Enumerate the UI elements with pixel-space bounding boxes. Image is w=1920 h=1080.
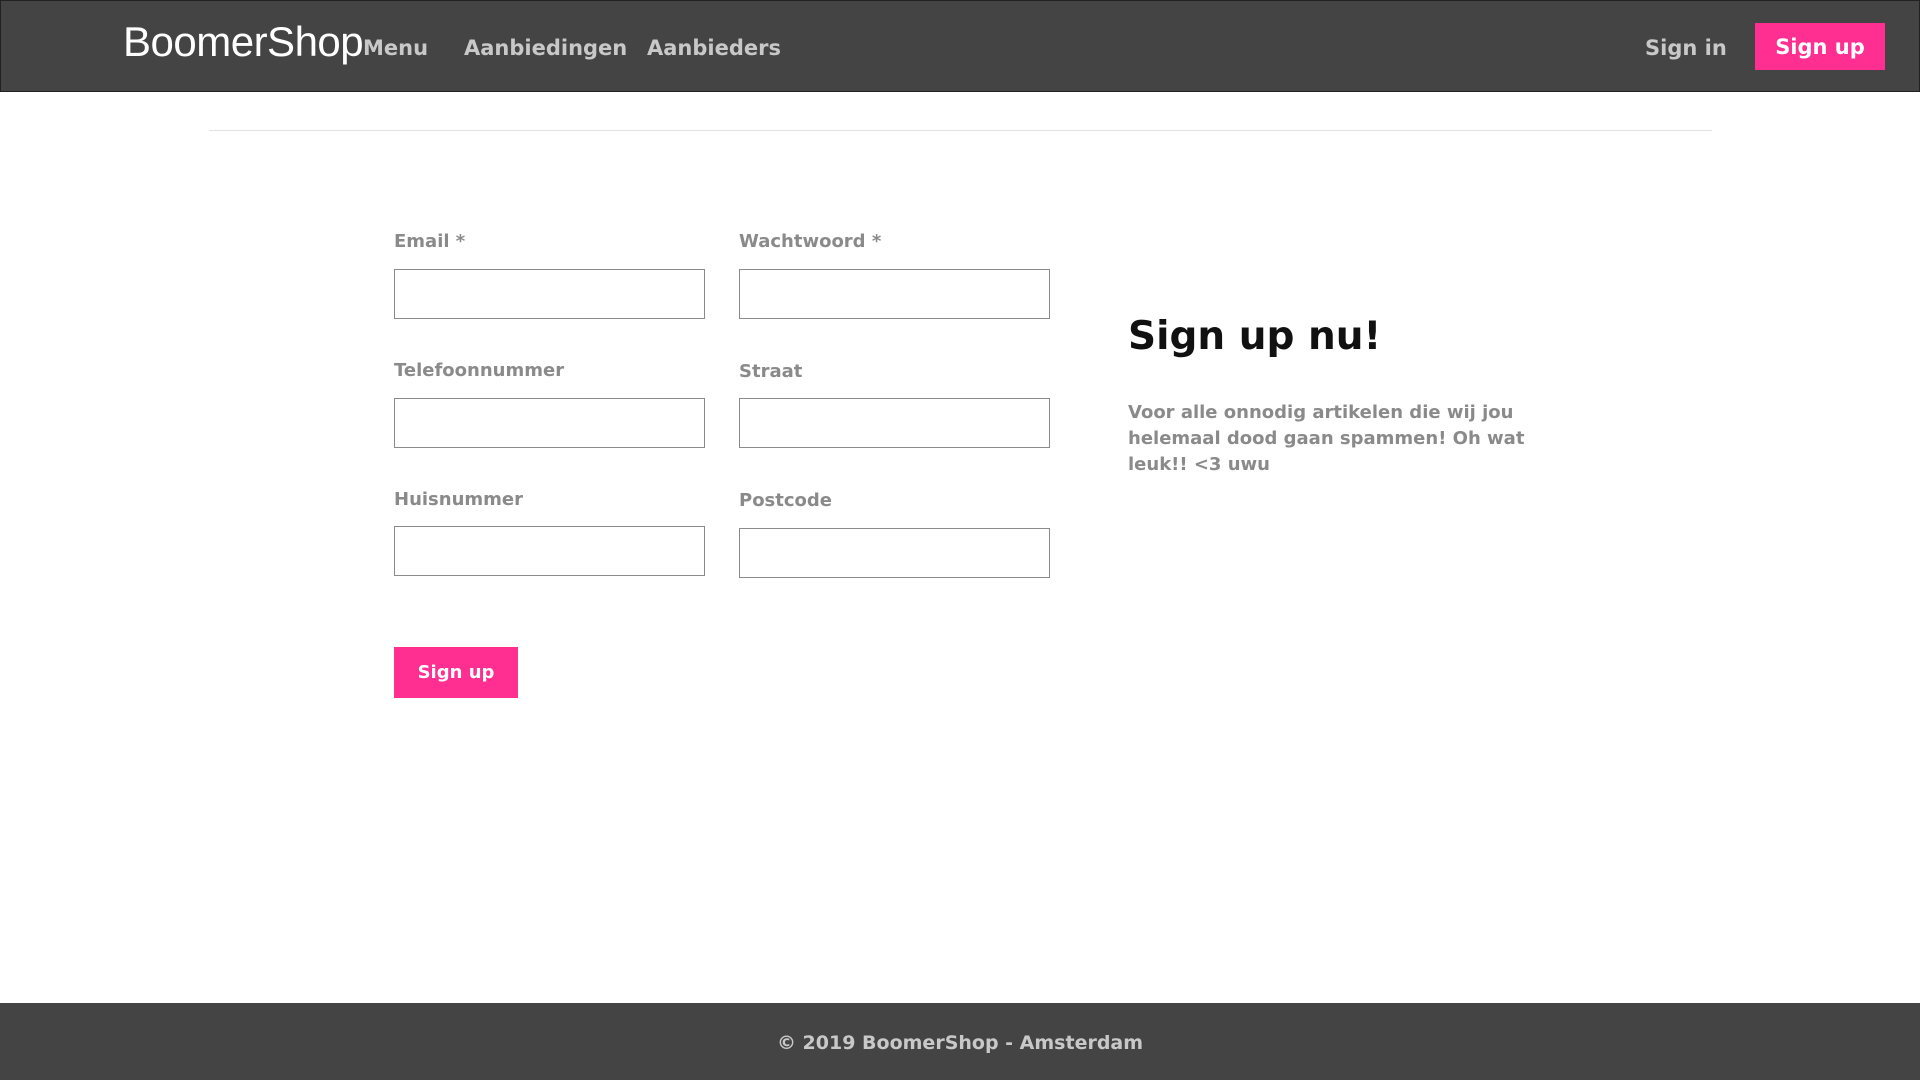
huisnummer-field[interactable]: [394, 526, 705, 576]
huisnummer-label: Huisnummer: [394, 489, 523, 510]
nav-link-aanbieders[interactable]: Aanbieders: [647, 35, 781, 61]
telefoonnummer-field[interactable]: [394, 398, 705, 448]
brand-logo[interactable]: BoomerShop: [123, 19, 364, 65]
telefoonnummer-label: Telefoonnummer: [394, 360, 565, 381]
footer: © 2019 BoomerShop - Amsterdam: [0, 1003, 1920, 1080]
sign-up-submit-button[interactable]: Sign up: [394, 647, 518, 698]
email-label: Email *: [394, 231, 466, 252]
nav-link-aanbiedingen[interactable]: Aanbiedingen: [464, 35, 627, 61]
email-field[interactable]: [394, 269, 705, 319]
straat-label: Straat: [739, 361, 803, 382]
wachtwoord-label: Wachtwoord *: [739, 231, 882, 252]
nav-sign-up-button[interactable]: Sign up: [1755, 23, 1885, 70]
postcode-label: Postcode: [739, 490, 833, 511]
nav-link-menu[interactable]: Menu: [363, 35, 428, 61]
sign-in-link[interactable]: Sign in: [1645, 35, 1727, 61]
sign-up-heading: Sign up nu!: [1128, 314, 1382, 359]
straat-field[interactable]: [739, 398, 1050, 448]
navbar: BoomerShop Menu Aanbiedingen Aanbieders …: [0, 0, 1920, 92]
sign-up-description: Voor alle onnodig artikelen die wij jou …: [1128, 402, 1525, 475]
wachtwoord-field[interactable]: [739, 269, 1050, 319]
footer-copyright: © 2019 BoomerShop - Amsterdam: [776, 1032, 1144, 1054]
postcode-field[interactable]: [739, 528, 1050, 578]
divider: [209, 130, 1712, 131]
